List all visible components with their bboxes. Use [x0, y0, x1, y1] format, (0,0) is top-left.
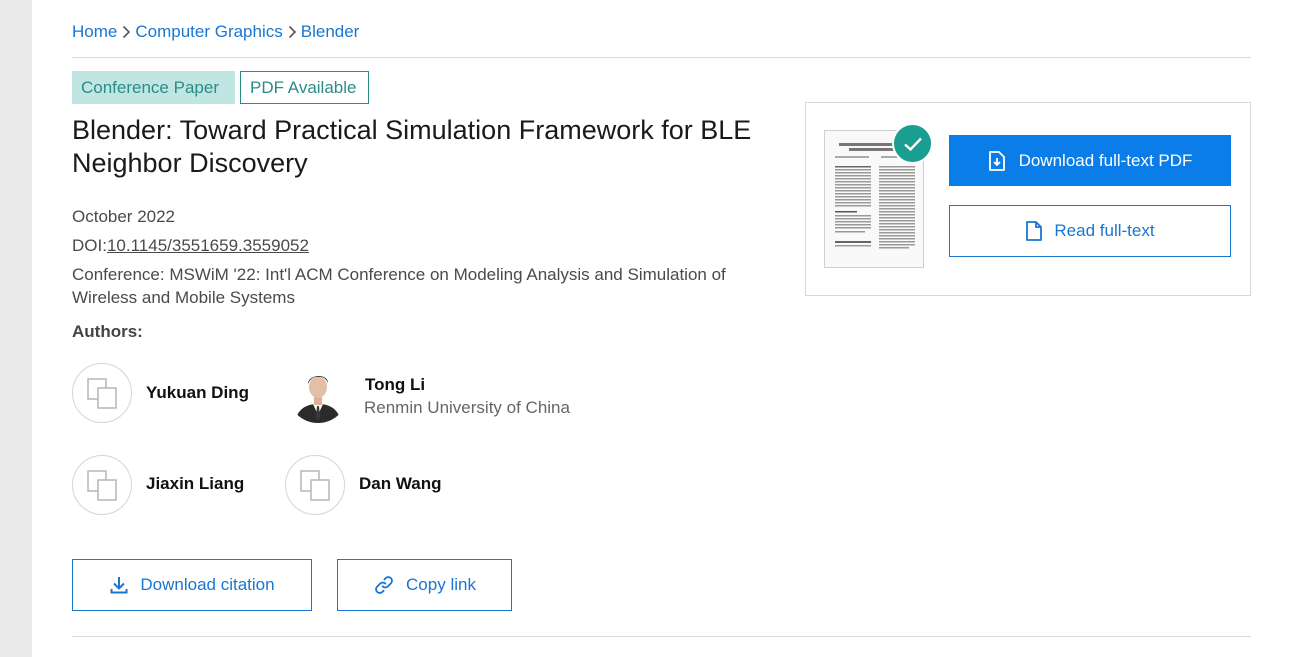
- link-icon: [375, 576, 393, 594]
- author-photo: [288, 363, 348, 423]
- conference-info: Conference: MSWiM '22: Int'l ACM Confere…: [72, 265, 726, 307]
- copy-link-label: Copy link: [406, 575, 476, 594]
- authors-heading: Authors:: [72, 322, 143, 341]
- paper-title: Blender: Toward Practical Simulation Fra…: [72, 115, 752, 178]
- pdf-available-badge: PDF Available: [240, 71, 369, 104]
- placeholder-avatar-icon: [300, 470, 330, 501]
- pdf-file-icon: [988, 150, 1005, 171]
- read-fulltext-label: Read full-text: [1054, 221, 1155, 240]
- download-citation-button[interactable]: Download citation: [72, 559, 312, 611]
- footer-divider: [72, 636, 1251, 637]
- placeholder-avatar-icon: [87, 470, 117, 501]
- author-name[interactable]: Tong Li: [365, 375, 425, 395]
- doi-link[interactable]: 10.1145/3551659.3559052: [107, 236, 309, 255]
- author-affiliation: Renmin University of China: [364, 398, 570, 417]
- breadcrumb-blender-link[interactable]: Blender: [301, 22, 360, 42]
- download-icon: [110, 577, 128, 594]
- chevron-right-icon: [288, 25, 297, 39]
- header-divider: [72, 57, 1251, 58]
- author-avatar-dan-wang[interactable]: [285, 455, 345, 515]
- publication-date: October 2022: [72, 207, 176, 226]
- author-name[interactable]: Dan Wang: [359, 474, 441, 494]
- copy-link-button[interactable]: Copy link: [337, 559, 512, 611]
- download-citation-label: Download citation: [140, 575, 275, 594]
- download-fulltext-pdf-button[interactable]: Download full-text PDF: [949, 135, 1231, 186]
- author-name[interactable]: Jiaxin Liang: [146, 474, 244, 494]
- author-avatar-jiaxin-liang[interactable]: [72, 455, 132, 515]
- publication-type-badge: Conference Paper: [72, 71, 235, 104]
- download-fulltext-pdf-label: Download full-text PDF: [1018, 150, 1193, 170]
- author-avatar-tong-li[interactable]: [288, 363, 348, 423]
- document-icon: [1026, 221, 1043, 241]
- author-name[interactable]: Yukuan Ding: [146, 383, 249, 403]
- doi-label: DOI:: [72, 236, 107, 255]
- doi-line: DOI:10.1145/3551659.3559052: [72, 234, 309, 257]
- breadcrumb-home-link[interactable]: Home: [72, 22, 117, 42]
- check-icon: [892, 123, 933, 164]
- publication-page: Home Computer Graphics Blender Conferenc…: [32, 0, 1289, 657]
- breadcrumb: Home Computer Graphics Blender: [72, 21, 359, 43]
- chevron-right-icon: [122, 25, 131, 39]
- placeholder-avatar-icon: [87, 378, 117, 409]
- breadcrumb-computer-graphics-link[interactable]: Computer Graphics: [135, 22, 282, 42]
- author-avatar-yukuan-ding[interactable]: [72, 363, 132, 423]
- read-fulltext-button[interactable]: Read full-text: [949, 205, 1231, 257]
